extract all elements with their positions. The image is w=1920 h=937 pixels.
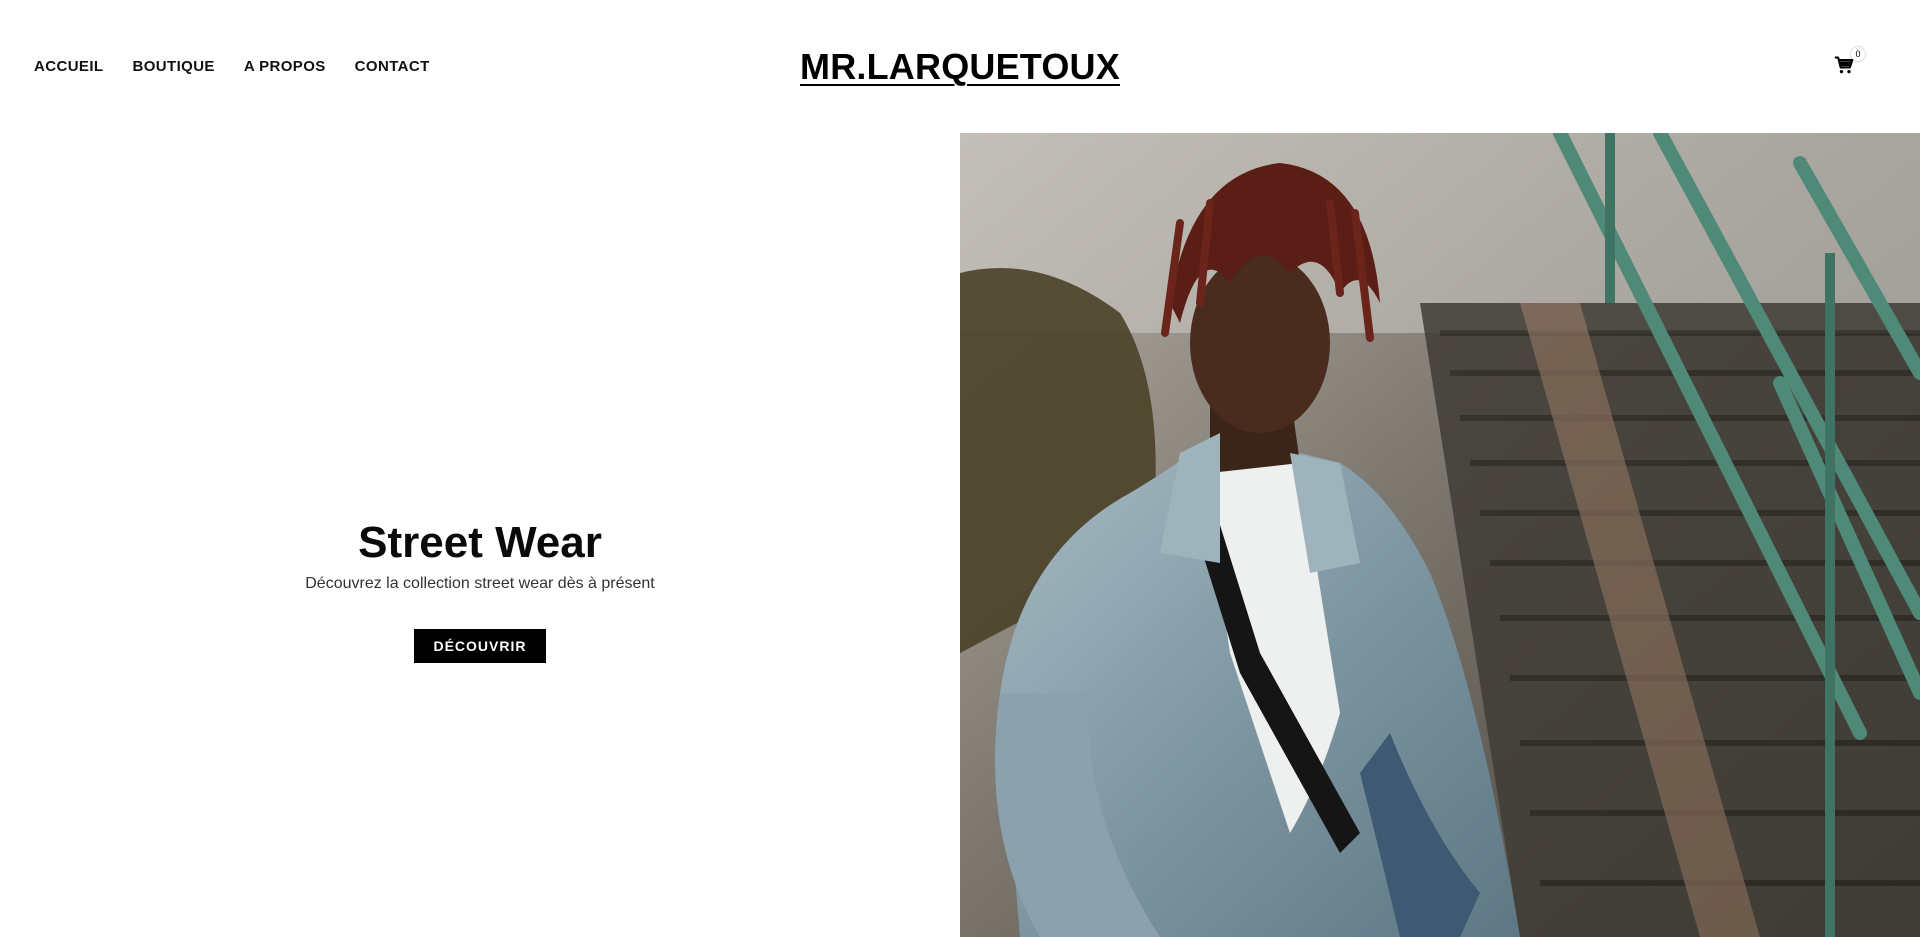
discover-button[interactable]: DÉCOUVRIR <box>414 629 546 663</box>
cart-button[interactable]: 0 <box>1834 47 1865 77</box>
hero-image <box>960 133 1920 937</box>
hero-subtitle: Découvrez la collection street wear dès … <box>305 575 655 592</box>
nav-contact[interactable]: CONTACT <box>355 57 430 77</box>
nav-accueil[interactable]: ACCUEIL <box>34 57 103 77</box>
hero-text-block: Street Wear Découvrez la collection stre… <box>0 518 960 663</box>
site-logo[interactable]: MR.LARQUETOUX <box>800 46 1120 87</box>
cart-count-badge: 0 <box>1851 47 1865 61</box>
main-nav: ACCUEIL BOUTIQUE A PROPOS CONTACT <box>34 57 430 77</box>
streetwear-model-photo <box>960 133 1920 937</box>
hero-title: Street Wear <box>358 518 602 567</box>
cart-icon <box>1834 56 1854 74</box>
nav-a-propos[interactable]: A PROPOS <box>244 57 326 77</box>
nav-boutique[interactable]: BOUTIQUE <box>132 57 214 77</box>
site-header: ACCUEIL BOUTIQUE A PROPOS CONTACT MR.LAR… <box>0 0 1920 133</box>
hero-text-panel: Street Wear Découvrez la collection stre… <box>0 133 960 937</box>
